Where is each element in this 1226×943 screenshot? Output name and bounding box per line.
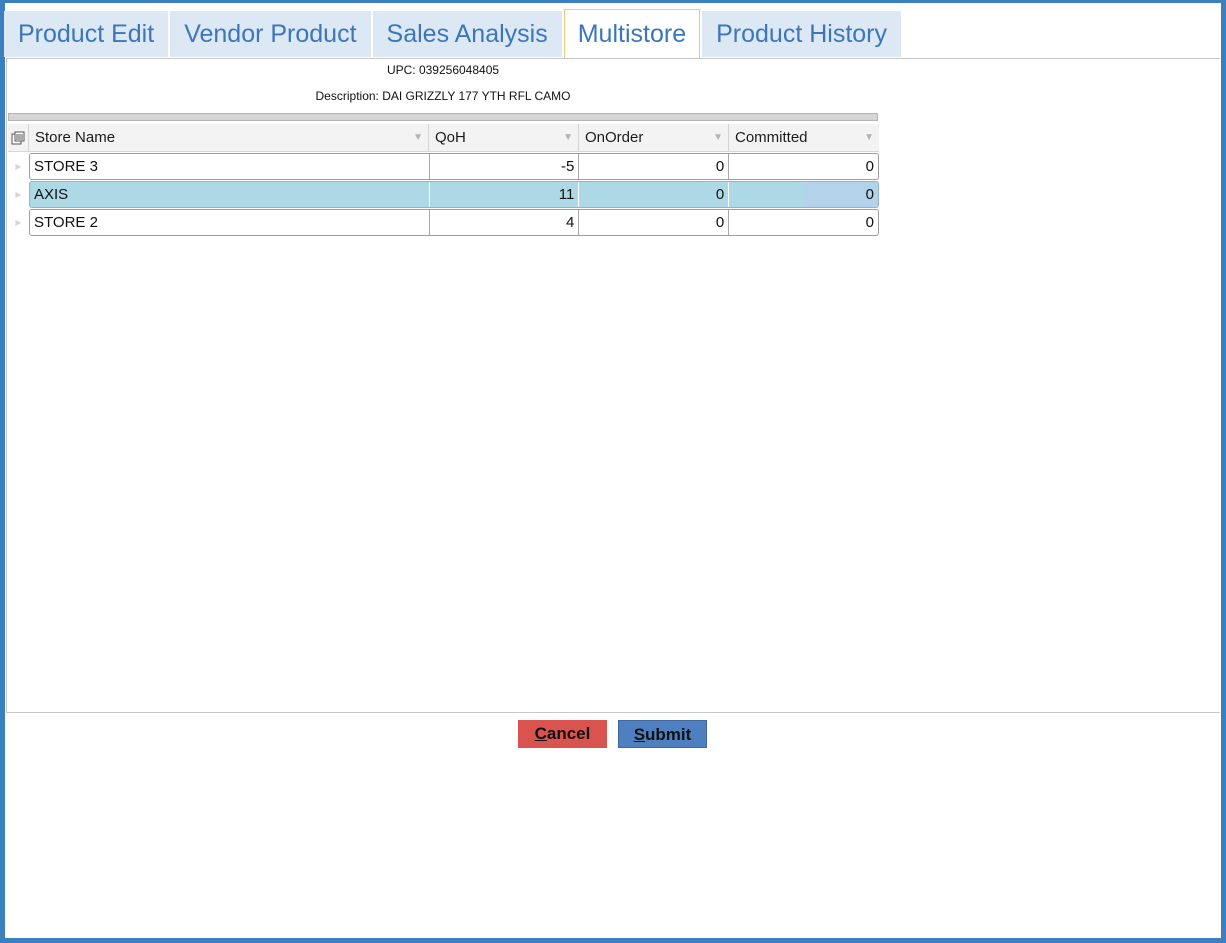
filter-icon[interactable]: ▼ bbox=[563, 132, 573, 143]
store-name-cell[interactable]: AXIS bbox=[30, 182, 430, 207]
onorder-cell[interactable]: 0 bbox=[579, 154, 730, 179]
column-header-label: Store Name bbox=[35, 129, 116, 146]
horizontal-scrollbar[interactable] bbox=[8, 113, 878, 121]
store-name-cell[interactable]: STORE 3 bbox=[30, 154, 430, 179]
filter-icon[interactable]: ▼ bbox=[713, 132, 723, 143]
committed-cell[interactable]: 0 bbox=[729, 154, 878, 179]
cancel-button[interactable]: Cancel bbox=[518, 720, 607, 748]
grid-header: Store Name ▼ QoH ▼ OnOrder ▼ Committed ▼ bbox=[8, 124, 879, 152]
cancel-accelerator: C bbox=[534, 724, 547, 743]
tab-vendor-product[interactable]: Vendor Product bbox=[170, 11, 371, 57]
committed-cell[interactable]: 0 bbox=[729, 182, 878, 207]
multistore-grid: Store Name ▼ QoH ▼ OnOrder ▼ Committed ▼… bbox=[8, 124, 879, 236]
submit-button[interactable]: Submit bbox=[618, 720, 707, 748]
table-row[interactable]: ▶ STORE 3 -5 0 0 bbox=[8, 153, 879, 180]
table-row[interactable]: ▶ AXIS 11 0 0 bbox=[8, 181, 879, 208]
column-header-committed[interactable]: Committed ▼ bbox=[729, 124, 879, 151]
tab-product-history[interactable]: Product History bbox=[702, 11, 901, 57]
qoh-cell[interactable]: 11 bbox=[430, 182, 580, 207]
onorder-cell[interactable]: 0 bbox=[579, 210, 730, 235]
column-header-label: QoH bbox=[435, 129, 466, 146]
table-row[interactable]: ▶ STORE 2 4 0 0 bbox=[8, 209, 879, 236]
filter-icon[interactable]: ▼ bbox=[864, 132, 874, 143]
qoh-cell[interactable]: -5 bbox=[430, 154, 580, 179]
column-header-label: OnOrder bbox=[585, 129, 644, 146]
row-indicator-icon: ▶ bbox=[15, 162, 22, 171]
onorder-cell[interactable]: 0 bbox=[579, 182, 730, 207]
filter-icon[interactable]: ▼ bbox=[413, 132, 423, 143]
column-chooser-icon[interactable] bbox=[8, 124, 29, 151]
cancel-label: ancel bbox=[546, 724, 591, 743]
column-header-onorder[interactable]: OnOrder ▼ bbox=[579, 124, 729, 151]
tab-strip: Product Edit Vendor Product Sales Analys… bbox=[4, 4, 1220, 58]
submit-label: ubmit bbox=[645, 725, 692, 744]
committed-cell[interactable]: 0 bbox=[729, 210, 878, 235]
submit-accelerator: S bbox=[633, 725, 646, 744]
column-header-store-name[interactable]: Store Name ▼ bbox=[29, 124, 429, 151]
column-header-qoh[interactable]: QoH ▼ bbox=[429, 124, 579, 151]
description-label: Description: DAI GRIZZLY 177 YTH RFL CAM… bbox=[315, 89, 571, 103]
tab-sales-analysis[interactable]: Sales Analysis bbox=[372, 11, 562, 57]
upc-label: UPC: 039256048405 bbox=[386, 63, 500, 77]
qoh-cell[interactable]: 4 bbox=[430, 210, 580, 235]
row-indicator-icon: ▶ bbox=[15, 218, 22, 227]
row-indicator-icon: ▶ bbox=[15, 190, 22, 199]
tab-multistore[interactable]: Multistore bbox=[563, 9, 701, 58]
column-header-label: Committed bbox=[735, 129, 808, 146]
store-name-cell[interactable]: STORE 2 bbox=[30, 210, 430, 235]
tab-product-edit[interactable]: Product Edit bbox=[4, 11, 169, 57]
